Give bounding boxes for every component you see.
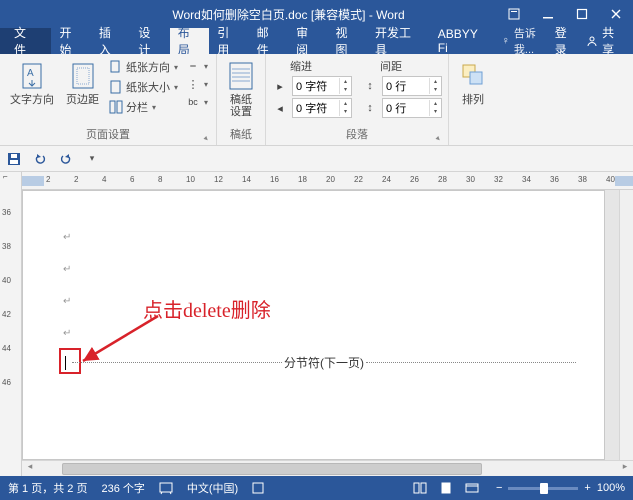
lightbulb-icon: ♀ [502, 35, 510, 47]
spin-down[interactable]: ▾ [339, 108, 351, 116]
margins-button[interactable]: 页边距 [62, 58, 103, 108]
indent-right-input[interactable]: ▴▾ [292, 98, 352, 118]
quick-access-toolbar: ▾ [0, 146, 633, 172]
indent-left-input[interactable]: ▴▾ [292, 76, 352, 96]
vertical-ruler[interactable]: ⌐ 363840424446 [0, 172, 22, 476]
orientation-icon [109, 60, 123, 74]
text-direction-icon: A [18, 60, 46, 92]
tab-insert[interactable]: 插入 [91, 28, 130, 54]
spin-down[interactable]: ▾ [429, 108, 441, 116]
page-setup-label[interactable]: 页面设置 [6, 124, 210, 145]
arrange-button[interactable]: 排列 [455, 58, 491, 108]
arrange-icon [459, 60, 487, 92]
view-web-layout[interactable] [462, 479, 482, 497]
hyphenation-button[interactable]: bc▾ [184, 94, 210, 110]
line-numbers-icon: ⋮ [186, 77, 200, 91]
document-area: ⌐ 363840424446 2246810121416182022242628… [0, 172, 633, 476]
ribbon-tabs: 文件 开始 插入 设计 布局 引用 邮件 审阅 视图 开发工具 ABBYY Fi… [0, 28, 633, 54]
tab-mailings[interactable]: 邮件 [249, 28, 288, 54]
view-print-layout[interactable] [436, 479, 456, 497]
space-before-input[interactable]: ▴▾ [382, 76, 442, 96]
qat-customize[interactable]: ▾ [82, 149, 102, 169]
zoom-slider[interactable] [508, 487, 578, 490]
indent-right-icon: ◂ [272, 102, 288, 115]
manuscript-icon [227, 60, 255, 92]
line-numbers-button[interactable]: ⋮▾ [184, 76, 210, 92]
horizontal-scrollbar[interactable]: ◂ ▸ [22, 460, 633, 476]
status-bar: 第 1 页，共 2 页 236 个字 中文(中国) − + 100% [0, 476, 633, 500]
ribbon: A 文字方向 页边距 纸张方向▾ 纸张大小▾ 分栏▾ [0, 54, 633, 146]
window-title: Word如何删除空白页.doc [兼容模式] - Word [80, 6, 497, 23]
spin-up[interactable]: ▴ [339, 78, 351, 86]
columns-button[interactable]: 分栏▾ [107, 98, 180, 116]
view-read-mode[interactable] [410, 479, 430, 497]
text-direction-button[interactable]: A 文字方向 [6, 58, 58, 108]
spin-down[interactable]: ▾ [429, 86, 441, 94]
status-spellcheck-icon[interactable] [159, 481, 173, 495]
breaks-icon: ⎯ [186, 59, 200, 73]
manuscript-settings-button[interactable]: 稿纸 设置 [223, 58, 259, 120]
spin-up[interactable]: ▴ [339, 100, 351, 108]
share-button[interactable]: 共享 [586, 24, 625, 58]
tell-me-search[interactable]: ♀ 告诉我... [502, 28, 555, 54]
indent-heading: 缩进 [272, 58, 352, 74]
zoom-out-button[interactable]: − [496, 482, 502, 494]
tell-me-label: 告诉我... [514, 25, 555, 57]
status-language[interactable]: 中文(中国) [187, 480, 238, 496]
margins-icon [69, 60, 97, 92]
manuscript-label: 稿纸 [223, 124, 259, 145]
group-page-setup: A 文字方向 页边距 纸张方向▾ 纸张大小▾ 分栏▾ [0, 54, 217, 145]
indent-left-icon: ▸ [272, 80, 288, 93]
section-break: 分节符(下一页) [72, 354, 576, 371]
status-word-count[interactable]: 236 个字 [101, 480, 144, 496]
tab-developer[interactable]: 开发工具 [367, 28, 430, 54]
group-arrange: 排列 [449, 54, 497, 145]
paragraph-mark [63, 261, 574, 275]
tab-review[interactable]: 审阅 [288, 28, 327, 54]
spin-up[interactable]: ▴ [429, 78, 441, 86]
save-button[interactable] [4, 149, 24, 169]
columns-icon [109, 100, 123, 114]
zoom-in-button[interactable]: + [584, 482, 590, 494]
size-button[interactable]: 纸张大小▾ [107, 78, 180, 96]
size-icon [109, 80, 123, 94]
spacing-heading: 间距 [362, 58, 442, 74]
undo-button[interactable] [30, 149, 50, 169]
vertical-scrollbar[interactable] [619, 190, 633, 460]
share-icon [586, 35, 598, 47]
group-manuscript: 稿纸 设置 稿纸 [217, 54, 266, 145]
paragraph-label[interactable]: 段落 [272, 124, 442, 145]
document-canvas[interactable]: 点击delete删除 分节符(下一页) [22, 190, 605, 460]
tab-home[interactable]: 开始 [51, 28, 90, 54]
status-page[interactable]: 第 1 页，共 2 页 [8, 480, 87, 496]
paragraph-mark [63, 229, 574, 243]
paragraph-mark [63, 293, 574, 307]
spin-down[interactable]: ▾ [339, 86, 351, 94]
tab-design[interactable]: 设计 [130, 28, 169, 54]
redo-button[interactable] [56, 149, 76, 169]
zoom-level[interactable]: 100% [597, 482, 625, 494]
space-after-icon: ↕ [362, 102, 378, 114]
ribbon-display-options-button[interactable] [497, 0, 531, 28]
tab-file[interactable]: 文件 [0, 28, 51, 54]
tab-abbyy[interactable]: ABBYY Fi [430, 28, 498, 54]
tab-view[interactable]: 视图 [328, 28, 367, 54]
status-macro-icon[interactable] [252, 482, 264, 494]
text-cursor [65, 356, 66, 370]
hyphenation-icon: bc [186, 95, 200, 109]
svg-text:A: A [27, 68, 34, 79]
login-button[interactable]: 登录 [555, 24, 578, 58]
spin-up[interactable]: ▴ [429, 100, 441, 108]
orientation-button[interactable]: 纸张方向▾ [107, 58, 180, 76]
breaks-button[interactable]: ⎯▾ [184, 58, 210, 74]
group-paragraph: 缩进 ▸ ▴▾ ◂ ▴▾ 间距 [266, 54, 449, 145]
horizontal-ruler[interactable]: 2246810121416182022242628303234363840 [22, 172, 633, 190]
space-after-input[interactable]: ▴▾ [382, 98, 442, 118]
space-before-icon: ↕ [362, 80, 378, 92]
tab-layout[interactable]: 布局 [170, 28, 209, 54]
tab-references[interactable]: 引用 [209, 28, 248, 54]
